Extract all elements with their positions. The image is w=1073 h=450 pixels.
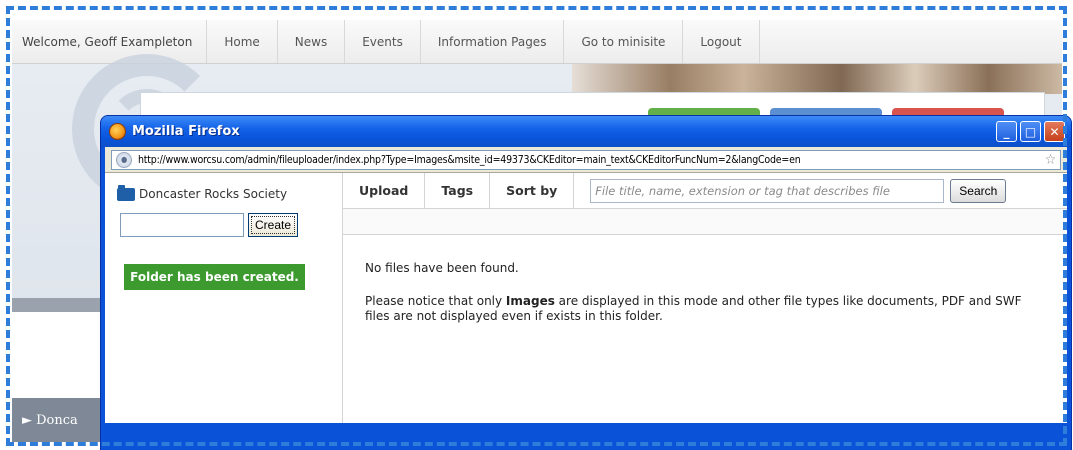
new-folder-input[interactable] [120,213,244,237]
search-button[interactable]: Search [950,178,1007,203]
rocks-banner-image [572,64,1062,94]
site-identity-icon[interactable]: ● [116,151,132,168]
maximize-button[interactable]: □ [1020,121,1041,142]
nav-item-home[interactable]: Home [207,20,278,63]
close-button[interactable]: ✕ [1044,121,1065,142]
folder-created-message: Folder has been created. [124,264,305,290]
window-controls: _ □ ✕ [996,121,1065,142]
create-folder-button[interactable]: Create [248,213,299,237]
folder-pane: Doncaster Rocks Society Create Folder ha… [105,173,343,423]
notice-text-bold: Images [505,294,555,308]
no-files-message: No files have been found. [365,261,519,275]
site-sidebar-item[interactable]: ► Donca [12,398,104,442]
folder-icon [117,184,135,201]
file-list-area: No files have been found. Please notice … [343,235,1067,324]
window-titlebar[interactable]: Mozilla Firefox _ □ ✕ [101,116,1071,147]
nav-item-events[interactable]: Events [345,20,421,63]
folder-item[interactable]: Doncaster Rocks Society [117,184,342,203]
firefox-logo-icon [109,123,126,140]
uploader-subbar [343,209,1067,235]
minimize-button[interactable]: _ [996,121,1017,142]
images-only-notice: Please notice that only Images are displ… [365,294,1045,324]
url-field[interactable]: ● http://www.worcsu.com/admin/fileupload… [111,149,1061,170]
url-text: http://www.worcsu.com/admin/fileuploader… [138,153,801,166]
upload-tab[interactable]: Upload [343,173,426,208]
firefox-popup-window: Mozilla Firefox _ □ ✕ ● http://www.worcs… [101,116,1071,450]
welcome-message: Welcome, Geoff Exampleton [12,20,208,63]
file-uploader: Doncaster Rocks Society Create Folder ha… [105,173,1067,423]
sort-by-tab[interactable]: Sort by [490,173,575,208]
create-folder-row: Create [120,213,342,237]
file-search-input[interactable]: File title, name, extension or tag that … [590,178,945,203]
nav-item-go-to-minisite[interactable]: Go to minisite [564,20,684,63]
nav-item-news[interactable]: News [278,20,346,63]
bookmark-star-icon[interactable]: ☆ [1045,152,1056,168]
window-title: Mozilla Firefox [132,124,240,139]
tags-tab[interactable]: Tags [425,173,491,208]
folder-name: Doncaster Rocks Society [139,187,288,201]
notice-text-start: Please notice that only [365,294,506,308]
address-bar: ● http://www.worcsu.com/admin/fileupload… [105,147,1067,173]
nav-item-logout[interactable]: Logout [683,20,760,63]
uploader-toolbar: Upload Tags Sort by File title, name, ex… [343,173,1067,209]
files-pane: Upload Tags Sort by File title, name, ex… [343,173,1067,423]
nav-item-information-pages[interactable]: Information Pages [421,20,565,63]
